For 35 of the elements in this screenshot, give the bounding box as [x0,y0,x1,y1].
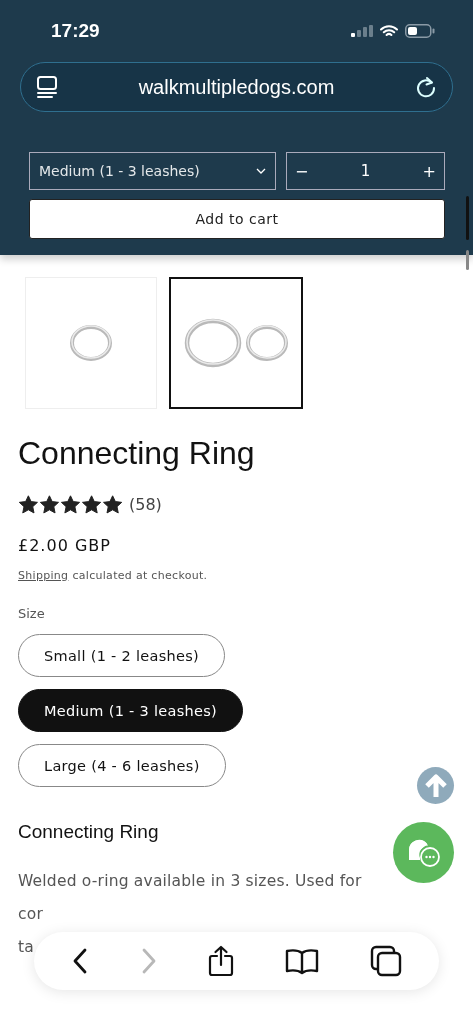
address-bar[interactable]: walkmultipledogs.com [20,62,453,112]
add-to-cart-button[interactable]: Add to cart [29,199,445,239]
price: £2.00 GBP [18,536,112,555]
description-text: cor [18,904,43,925]
scroll-indicator [466,250,469,270]
description-text: Welded o-ring available in 3 sizes. Used for [18,871,362,892]
wifi-icon [380,24,398,38]
description-text: ta [18,937,34,958]
description-heading: Connecting Ring [18,821,160,843]
quantity-value: 1 [360,162,371,180]
increase-button[interactable]: + [414,161,444,181]
product-thumbnail[interactable] [169,277,303,409]
size-option[interactable]: Small (1 - 2 leashes) [18,634,226,677]
page-menu-icon[interactable] [36,75,58,99]
chevron-down-icon [256,168,266,174]
shipping-note: calculated at checkout. [72,569,208,582]
url-text: walkmultipledogs.com [138,75,335,99]
scroll-indicator [466,196,469,240]
chat-icon [406,837,441,868]
variant-select[interactable]: Medium (1 - 3 leashes) [29,152,276,190]
review-count[interactable]: (58) [129,495,162,514]
tabs-button[interactable] [369,945,402,977]
share-button[interactable] [208,945,235,977]
status-time: 17:29 [51,20,100,42]
signal-icon [351,25,373,37]
decrease-button[interactable]: − [287,161,317,181]
quantity-field[interactable]: − 1 + [286,152,445,190]
product-title: Connecting Ring [18,434,256,473]
shipping-link[interactable]: Shipping [18,569,69,582]
size-option[interactable]: Large (4 - 6 leashes) [18,744,226,787]
battery-icon [405,24,435,38]
size-option[interactable]: Medium (1 - 3 leashes) [18,689,244,732]
reload-icon[interactable] [415,75,437,99]
size-label: Size [18,606,46,621]
bookmarks-button[interactable] [285,947,320,975]
